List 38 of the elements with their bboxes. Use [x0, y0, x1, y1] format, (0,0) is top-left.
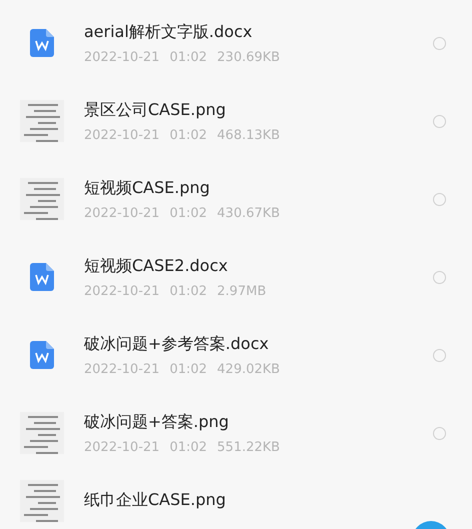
file-date: 2022-10-21 — [84, 284, 160, 298]
file-time: 01:02 — [170, 128, 208, 142]
file-time: 01:02 — [170, 440, 208, 454]
image-thumbnail — [20, 100, 64, 142]
select-radio[interactable] — [433, 36, 446, 50]
file-time: 01:02 — [170, 362, 208, 376]
file-size: 429.02KB — [217, 362, 280, 376]
image-thumbnail — [20, 480, 64, 522]
file-name: aerial解析文字版.docx — [84, 22, 252, 42]
file-size: 551.22KB — [217, 440, 280, 454]
file-name: 短视频CASE2.docx — [84, 256, 228, 276]
file-size: 230.69KB — [217, 50, 280, 64]
file-size: 430.67KB — [217, 206, 280, 220]
select-radio[interactable] — [433, 114, 446, 128]
file-date: 2022-10-21 — [84, 440, 160, 454]
file-time: 01:02 — [170, 50, 208, 64]
file-name: 破冰问题+参考答案.docx — [84, 334, 269, 354]
file-size: 2.97MB — [217, 284, 266, 298]
file-name: 纸巾企业CASE.png — [84, 490, 226, 511]
file-size: 468.13KB — [217, 128, 280, 142]
file-date: 2022-10-21 — [84, 50, 160, 64]
document-icon — [30, 29, 54, 57]
file-name: 短视频CASE.png — [84, 178, 210, 198]
select-radio[interactable] — [433, 192, 446, 206]
select-radio[interactable] — [433, 426, 446, 440]
file-date: 2022-10-21 — [84, 362, 160, 376]
document-icon — [30, 341, 54, 369]
file-date: 2022-10-21 — [84, 128, 160, 142]
image-thumbnail — [20, 178, 64, 220]
file-name: 破冰问题+答案.png — [84, 412, 229, 432]
file-time: 01:02 — [170, 206, 208, 220]
file-time: 01:02 — [170, 284, 208, 298]
select-radio[interactable] — [433, 270, 446, 284]
file-date: 2022-10-21 — [84, 206, 160, 220]
document-icon — [30, 263, 54, 291]
select-radio[interactable] — [433, 348, 446, 362]
image-thumbnail — [20, 412, 64, 454]
file-name: 景区公司CASE.png — [84, 100, 226, 120]
